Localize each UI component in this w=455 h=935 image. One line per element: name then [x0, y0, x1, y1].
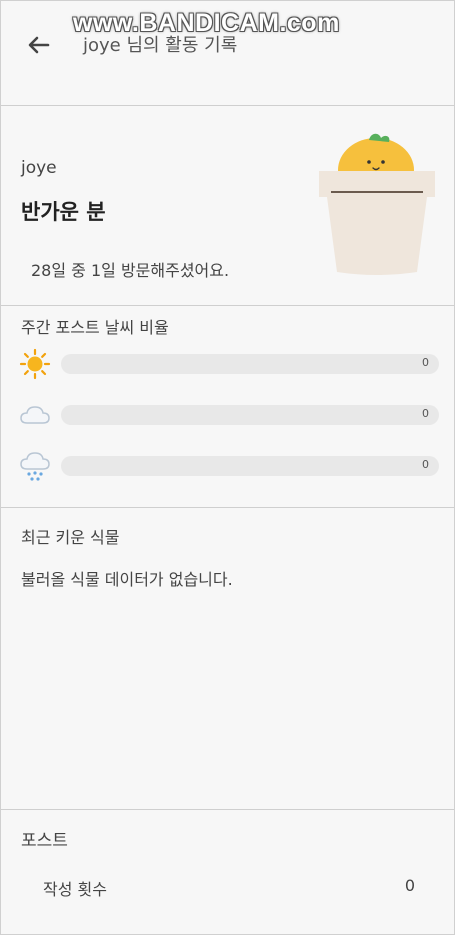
rainy-ratio-bar: 0 [61, 456, 439, 476]
weather-row-sunny: 0 [19, 348, 439, 380]
weather-row-rainy: 0 [19, 450, 439, 481]
rain-icon [20, 452, 50, 481]
weather-row-cloudy: 0 [19, 399, 439, 429]
recent-plants-empty-message: 불러올 식물 데이터가 없습니다. [21, 570, 233, 589]
weekly-weather-section: 주간 포스트 날씨 비율 0 0 0 [1, 306, 454, 508]
sunny-ratio-bar: 0 [61, 354, 439, 374]
visit-count-text: 28일 중 1일 방문해주셨어요. [31, 261, 230, 280]
cloudy-ratio-value: 0 [422, 407, 429, 420]
sprout-pot-icon [319, 133, 435, 275]
app-frame: www.BANDICAM.com joye 님의 활동 기록 joye 반가운 … [0, 0, 455, 935]
recording-watermark: www.BANDICAM.com [73, 9, 340, 37]
sun-icon [19, 348, 51, 380]
posts-section: 포스트 작성 횟수 0 [1, 810, 454, 934]
back-button[interactable] [25, 31, 53, 59]
post-count-label: 작성 횟수 [43, 880, 107, 899]
recent-plants-title: 최근 키운 식물 [21, 528, 120, 547]
weather-section-title: 주간 포스트 날씨 비율 [21, 318, 169, 337]
sunny-ratio-value: 0 [422, 356, 429, 369]
recent-plants-section: 최근 키운 식물 불러올 식물 데이터가 없습니다. [1, 508, 454, 810]
rainy-ratio-value: 0 [422, 458, 429, 471]
arrow-left-icon [28, 36, 50, 54]
profile-section: joye 반가운 분 28일 중 1일 방문해주셨어요. [1, 106, 454, 306]
greeting-title: 반가운 분 [21, 200, 106, 224]
username: joye [21, 158, 57, 178]
post-count-value: 0 [404, 876, 415, 895]
cloudy-ratio-bar: 0 [61, 405, 439, 425]
cloud-icon [20, 406, 50, 424]
post-count-row: 작성 횟수 0 [43, 876, 415, 900]
posts-title: 포스트 [21, 831, 68, 851]
